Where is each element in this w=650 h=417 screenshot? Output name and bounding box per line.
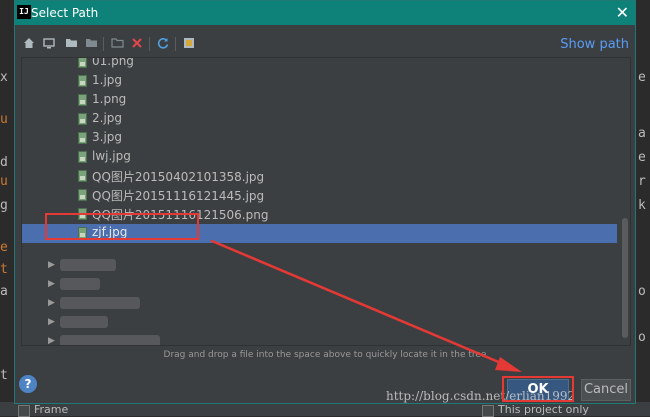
file-name: QQ图片20151116121445.jpg xyxy=(92,189,265,203)
editor-glyph: a xyxy=(0,284,8,299)
frame-label: Frame xyxy=(34,403,69,416)
file-tree[interactable]: zjf.jpg QQ图片20151116121506.png QQ图片2015111… xyxy=(21,57,631,346)
tree-file-row[interactable]: 3.jpg xyxy=(22,129,617,148)
editor-glyph: o xyxy=(638,330,646,345)
select-path-dialog: IJ Select Path ✕ Show path zjf.jpg QQ图片2… xyxy=(14,0,636,404)
drag-drop-hint: Drag and drop a file into the space abov… xyxy=(163,350,487,360)
desktop-icon[interactable] xyxy=(41,35,57,51)
editor-glyph: u xyxy=(0,112,8,127)
expand-arrow-icon[interactable]: ▶ xyxy=(48,317,55,327)
show-hidden-icon[interactable] xyxy=(181,35,197,51)
file-name: 1.jpg xyxy=(92,73,123,87)
help-icon[interactable]: ? xyxy=(19,375,37,393)
image-file-icon xyxy=(78,170,87,182)
tree-folder-row[interactable]: ▶ xyxy=(22,275,617,294)
editor-glyph: a xyxy=(638,126,646,141)
tree-folder-row[interactable]: ▶ xyxy=(22,256,617,275)
background-options-bar: Frame This project only xyxy=(0,402,650,417)
tree-file-row[interactable]: 2.jpg xyxy=(22,110,617,129)
close-icon[interactable]: ✕ xyxy=(616,3,629,22)
redacted-name xyxy=(60,259,116,271)
selection-highlight-annotation xyxy=(45,213,199,240)
file-name: 3.jpg xyxy=(92,130,123,144)
editor-glyph: k xyxy=(638,198,646,213)
tree-file-row[interactable]: QQ图片20151116121445.jpg xyxy=(22,186,617,205)
editor-glyph: t xyxy=(0,262,8,277)
image-file-icon xyxy=(78,151,87,163)
project-folder-icon[interactable] xyxy=(63,35,79,51)
editor-right-strip: e a e r k o o xyxy=(636,0,650,416)
dialog-titlebar[interactable]: IJ Select Path ✕ xyxy=(15,1,635,25)
editor-glyph: r xyxy=(638,174,646,189)
tree-folder-row[interactable]: ▶ xyxy=(22,332,617,345)
frame-checkbox[interactable] xyxy=(18,405,30,417)
editor-glyph: g xyxy=(0,198,8,213)
file-name: 2.jpg xyxy=(92,111,123,125)
project-only-label: This project only xyxy=(498,403,589,416)
expand-arrow-icon[interactable]: ▶ xyxy=(48,279,55,289)
tree-file-row[interactable]: lwj.jpg xyxy=(22,148,617,167)
tree-file-row[interactable]: QQ图片20150402101358.jpg xyxy=(22,167,617,186)
tree-scrollbar[interactable] xyxy=(622,218,628,338)
editor-left-strip: x u d u g e t a t xyxy=(0,0,14,416)
intellij-logo-icon: IJ xyxy=(17,5,31,19)
image-file-icon xyxy=(78,113,87,125)
redacted-name xyxy=(60,297,140,309)
editor-glyph: t xyxy=(0,368,8,383)
refresh-icon[interactable] xyxy=(155,35,171,51)
file-name: 01.png xyxy=(92,57,134,68)
tree-file-row[interactable]: 1.jpg xyxy=(22,72,617,91)
editor-glyph: x xyxy=(0,70,8,85)
redacted-name xyxy=(60,316,108,328)
image-file-icon xyxy=(78,94,87,106)
editor-glyph: e xyxy=(638,150,646,165)
editor-glyph: o xyxy=(638,284,646,299)
delete-icon[interactable] xyxy=(129,35,145,51)
editor-glyph: u xyxy=(0,174,8,189)
show-path-link[interactable]: Show path xyxy=(560,37,629,52)
editor-glyph: e xyxy=(0,240,8,255)
editor-glyph: e xyxy=(638,70,646,85)
ok-highlight-annotation xyxy=(502,376,574,402)
file-name: 1.png xyxy=(92,92,127,106)
image-file-icon xyxy=(78,189,87,201)
home-icon[interactable] xyxy=(21,35,37,51)
image-file-icon xyxy=(78,132,87,144)
image-file-icon xyxy=(78,75,87,87)
expand-arrow-icon[interactable]: ▶ xyxy=(48,260,55,270)
tree-file-row[interactable]: 01.png xyxy=(22,57,617,72)
expand-arrow-icon[interactable]: ▶ xyxy=(48,336,55,345)
image-file-icon xyxy=(78,58,87,68)
tree-file-row[interactable]: 1.png xyxy=(22,91,617,110)
cancel-button[interactable]: Cancel xyxy=(581,379,631,401)
tree-folder-row[interactable]: ▶ xyxy=(22,313,617,332)
tree-folder-row[interactable]: ▶ xyxy=(22,294,617,313)
file-name: lwj.jpg xyxy=(92,149,131,163)
project-only-checkbox[interactable] xyxy=(482,405,494,417)
toolbar-separator xyxy=(103,37,104,51)
redacted-name xyxy=(60,278,100,290)
file-name: QQ图片20150402101358.jpg xyxy=(92,170,265,184)
toolbar-separator xyxy=(175,37,176,51)
dialog-title: Select Path xyxy=(31,6,99,20)
expand-arrow-icon[interactable]: ▶ xyxy=(48,298,55,308)
new-folder-icon[interactable] xyxy=(109,35,125,51)
redacted-name xyxy=(60,335,160,345)
module-folder-icon[interactable] xyxy=(83,35,99,51)
toolbar-separator xyxy=(149,37,150,51)
editor-glyph: d xyxy=(0,155,8,170)
